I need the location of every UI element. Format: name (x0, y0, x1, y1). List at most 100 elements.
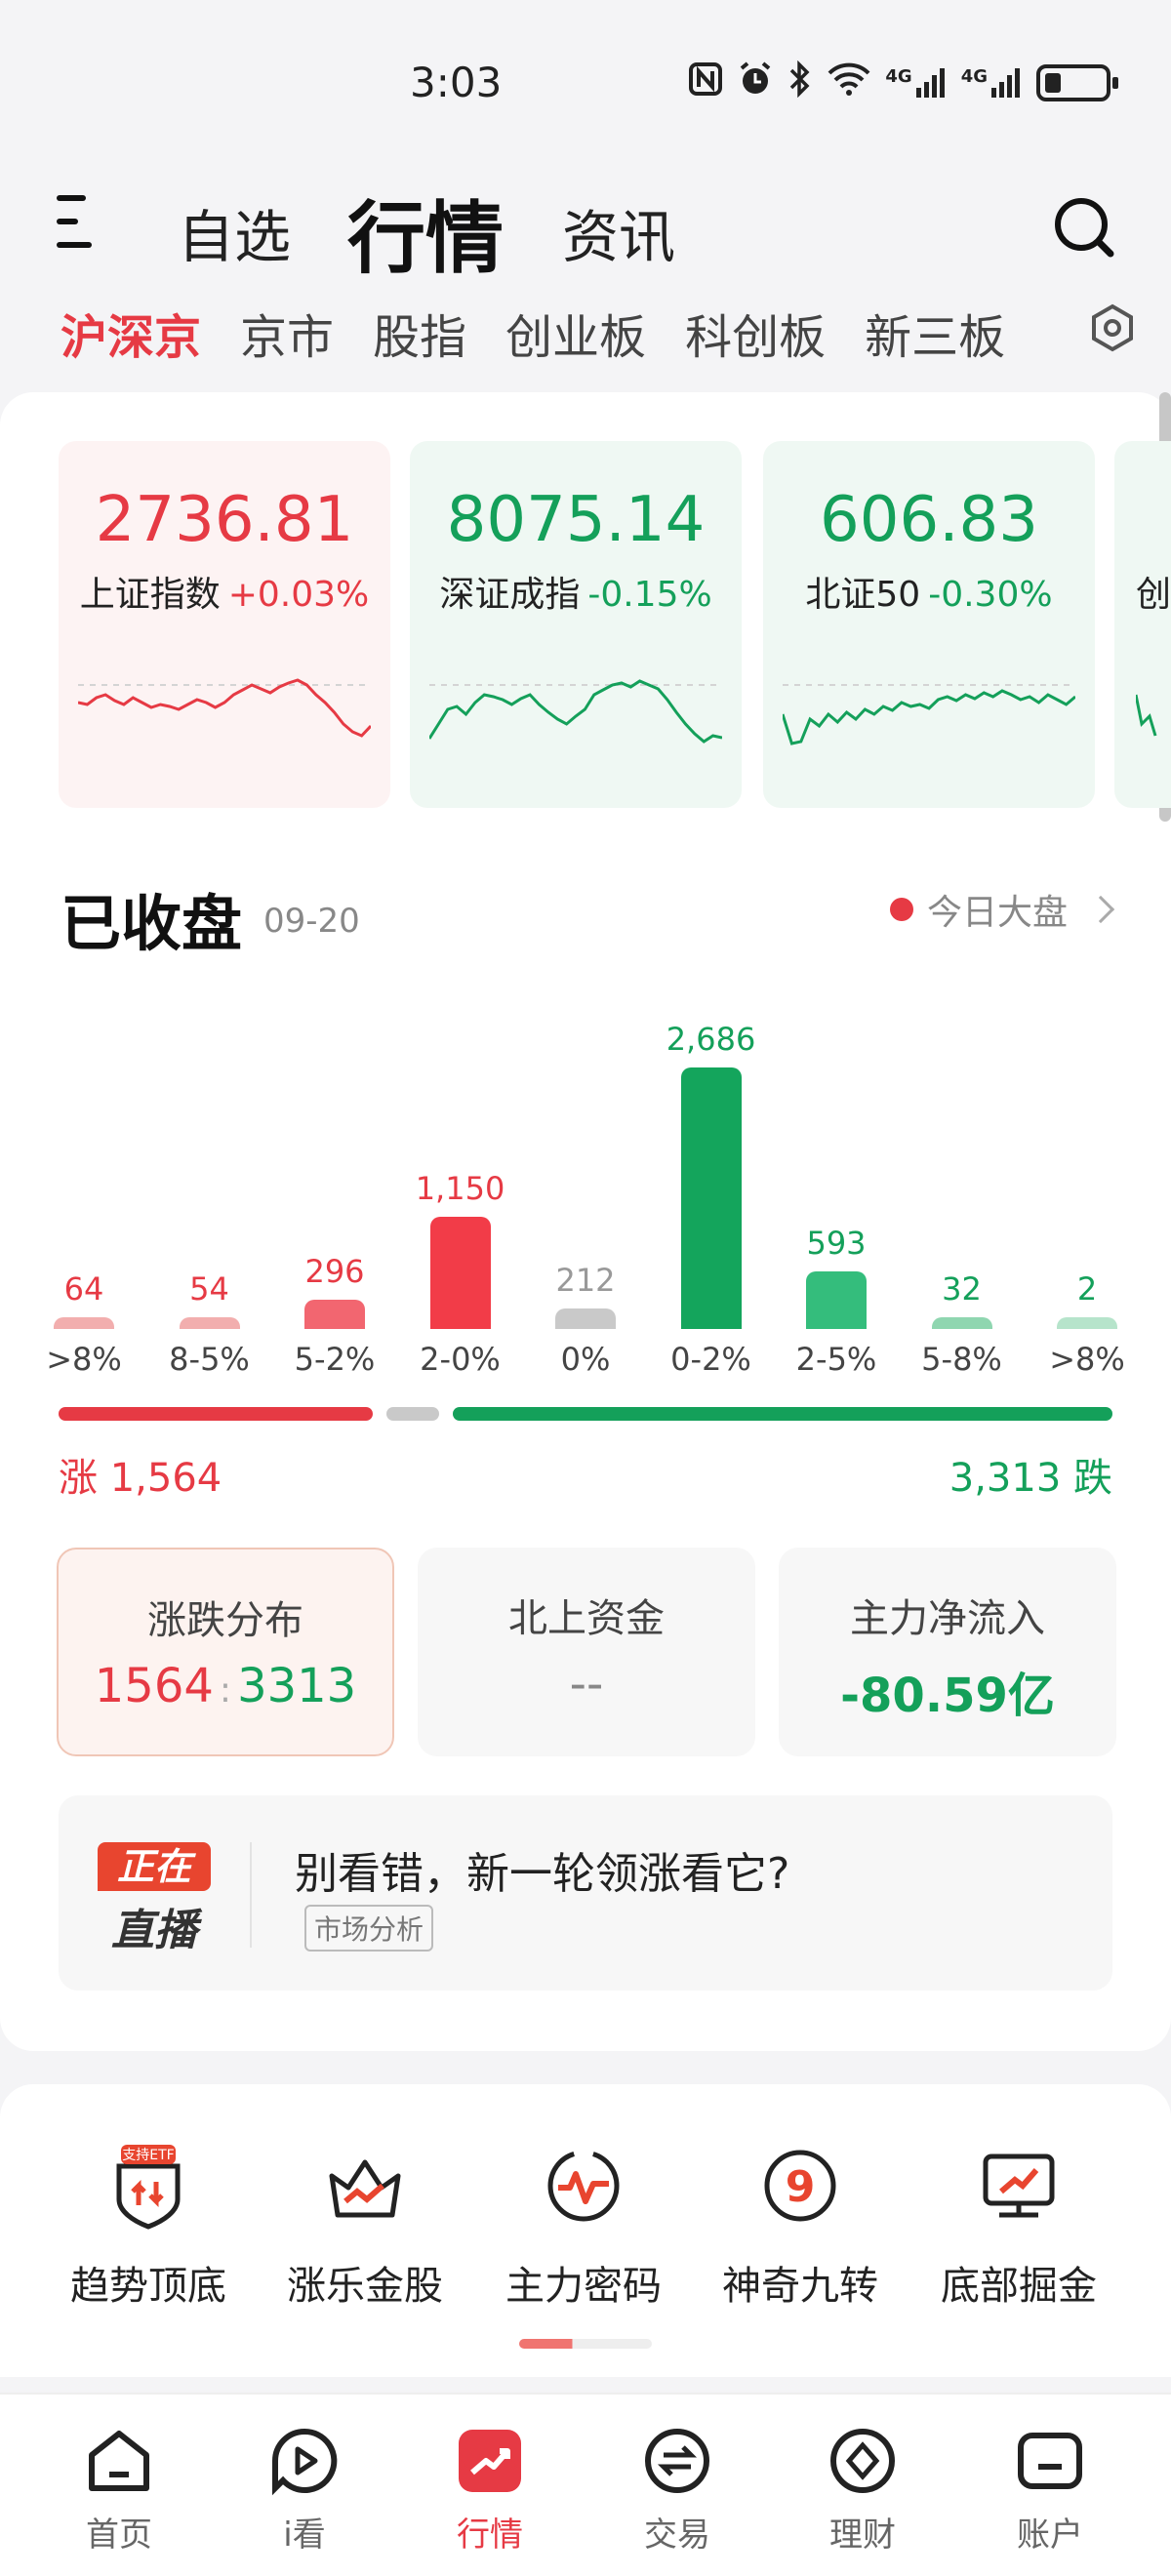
market-date: 09-20 (263, 902, 360, 941)
distribution-bar (806, 1270, 867, 1329)
tab-beijing[interactable]: 京市 (240, 299, 334, 367)
distribution-bar (555, 1308, 616, 1329)
nav-label: 首页 (86, 2516, 152, 2555)
nav-home[interactable]: 首页 (41, 2424, 197, 2556)
bar-value-label: 32 (942, 1270, 982, 1308)
live-badge-bottom: 直播 (111, 1906, 197, 1955)
tab-star[interactable]: 科创板 (685, 299, 826, 367)
stat-card-main-inflow[interactable]: 主力净流入 -80.59亿 (779, 1548, 1116, 1756)
stat-up-count: 1564 (94, 1659, 214, 1713)
index-card-chinext[interactable]: 创 (1114, 441, 1171, 808)
nav-trade[interactable]: 交易 (599, 2424, 755, 2556)
tool-label: 趋势顶底 (70, 2264, 226, 2309)
market-status-title: 已收盘 (61, 888, 243, 959)
bar-category-label: >8% (1049, 1341, 1125, 1378)
tab-neeq[interactable]: 新三板 (865, 299, 1005, 367)
live-banner[interactable]: 正在 直播 别看错，新一轮领涨看它? 市场分析 (59, 1795, 1112, 1991)
tool-label: 神奇九转 (722, 2264, 878, 2309)
distribution-bar (304, 1300, 365, 1329)
index-value: 606.83 (820, 484, 1038, 556)
stat-card-distribution[interactable]: 涨跌分布 1564:3313 (57, 1548, 394, 1756)
tools-page-indicator (519, 2339, 652, 2349)
tab-market[interactable]: 行情 (347, 176, 504, 289)
distribution-bar (179, 1317, 240, 1329)
bar-category-label: >8% (46, 1341, 122, 1378)
stat-separator: : (219, 1670, 232, 1711)
settings-icon[interactable] (1087, 302, 1138, 353)
tool-badge: 支持ETF (122, 2148, 174, 2163)
pulse-circle-icon (547, 2150, 620, 2222)
distribution-bar (429, 1217, 491, 1329)
divider (250, 1842, 252, 1948)
tab-hushenjing[interactable]: 沪深京 (61, 299, 201, 367)
today-market-link[interactable]: 今日大盘 (889, 884, 1115, 935)
tab-chinext[interactable]: 创业板 (505, 299, 646, 367)
index-value: 8075.14 (446, 484, 706, 556)
trend-shield-icon: 支持ETF (116, 2145, 181, 2230)
rise-count: 涨 1,564 (59, 1456, 222, 1501)
tool-magic-nine[interactable]: 9 神奇九转 (693, 2137, 908, 2311)
index-value: 2736.81 (95, 484, 354, 556)
tool-label: 涨乐金股 (287, 2264, 443, 2309)
index-sparkline (429, 679, 722, 744)
play-bubble-icon (272, 2428, 338, 2496)
index-name: 北证50 (805, 575, 921, 615)
menu-icon[interactable] (57, 195, 100, 248)
sparkline-path (429, 679, 722, 744)
bar-value-label: 2,686 (666, 1021, 756, 1058)
distribution-bar (931, 1317, 992, 1329)
live-dot-icon (889, 898, 913, 921)
index-card-bse50[interactable]: 606.83 北证50 -0.30% (763, 441, 1095, 808)
rise-fall-distribution-chart[interactable]: 64 >8% 54 8-5% 296 5-2% 1,150 2-0% 212 0% 2,686 0-2… (0, 976, 1171, 1386)
stat-value: -- (569, 1657, 604, 1711)
account-icon (1018, 2433, 1082, 2489)
bar-category-label: 0-2% (670, 1341, 751, 1378)
index-sparkline (1136, 694, 1157, 737)
nav-watch[interactable]: i看 (226, 2424, 383, 2556)
nine-circle-icon: 9 (764, 2150, 836, 2222)
home-icon (89, 2431, 149, 2491)
chevron-right-icon (1086, 895, 1115, 924)
bluetooth-icon (787, 60, 813, 105)
bar-category-label: 8-5% (169, 1341, 250, 1378)
index-change: -0.15% (587, 575, 712, 615)
nav-wealth[interactable]: 理财 (785, 2424, 941, 2556)
stat-down-count: 3313 (237, 1659, 357, 1713)
nav-account[interactable]: 账户 (972, 2424, 1128, 2556)
status-icons: 4G 4G (688, 60, 1118, 105)
flat-ratio-bar (386, 1407, 439, 1421)
tab-index[interactable]: 股指 (373, 299, 466, 367)
index-card-szse[interactable]: 8075.14 深证成指 -0.15% (410, 441, 742, 808)
bar-value-label: 296 (304, 1253, 365, 1291)
sparkline-path (78, 678, 371, 738)
bar-value-label: 212 (555, 1261, 616, 1299)
tab-fade (1015, 293, 1064, 361)
nav-label: i看 (283, 2516, 326, 2555)
exchange-icon (645, 2429, 709, 2493)
tool-main-force-code[interactable]: 主力密码 (476, 2137, 691, 2311)
tool-golden-stocks[interactable]: 涨乐金股 (258, 2137, 472, 2311)
tab-news[interactable]: 资讯 (562, 191, 675, 273)
today-market-label: 今日大盘 (926, 893, 1068, 933)
index-card-sse[interactable]: 2736.81 上证指数 +0.03% (59, 441, 390, 808)
live-badge-icon: 正在 直播 (98, 1842, 211, 1955)
distribution-bar (1057, 1317, 1117, 1329)
nav-label: 行情 (457, 2516, 523, 2555)
tool-label: 主力密码 (505, 2264, 662, 2309)
crown-chart-icon (329, 2159, 401, 2218)
bar-value-label: 593 (806, 1224, 867, 1262)
signal-4g-icon: 4G (961, 66, 1023, 100)
tool-bottom-gold[interactable]: 底部掘金 (911, 2137, 1126, 2311)
search-icon[interactable] (1052, 195, 1116, 260)
rise-ratio-bar (59, 1407, 373, 1421)
tab-watchlist[interactable]: 自选 (178, 191, 291, 273)
nfc-icon (688, 61, 723, 104)
nav-label: 理财 (829, 2516, 896, 2555)
bar-value-label: 64 (63, 1270, 104, 1308)
monitor-chart-icon (983, 2153, 1055, 2218)
stat-card-northbound[interactable]: 北上资金 -- (418, 1548, 755, 1756)
index-name: 深证成指 (439, 575, 581, 615)
index-change: -0.30% (928, 575, 1053, 615)
tool-trend-top-bottom[interactable]: 支持ETF 趋势顶底 (41, 2137, 256, 2311)
nav-market[interactable]: 行情 (412, 2424, 568, 2556)
